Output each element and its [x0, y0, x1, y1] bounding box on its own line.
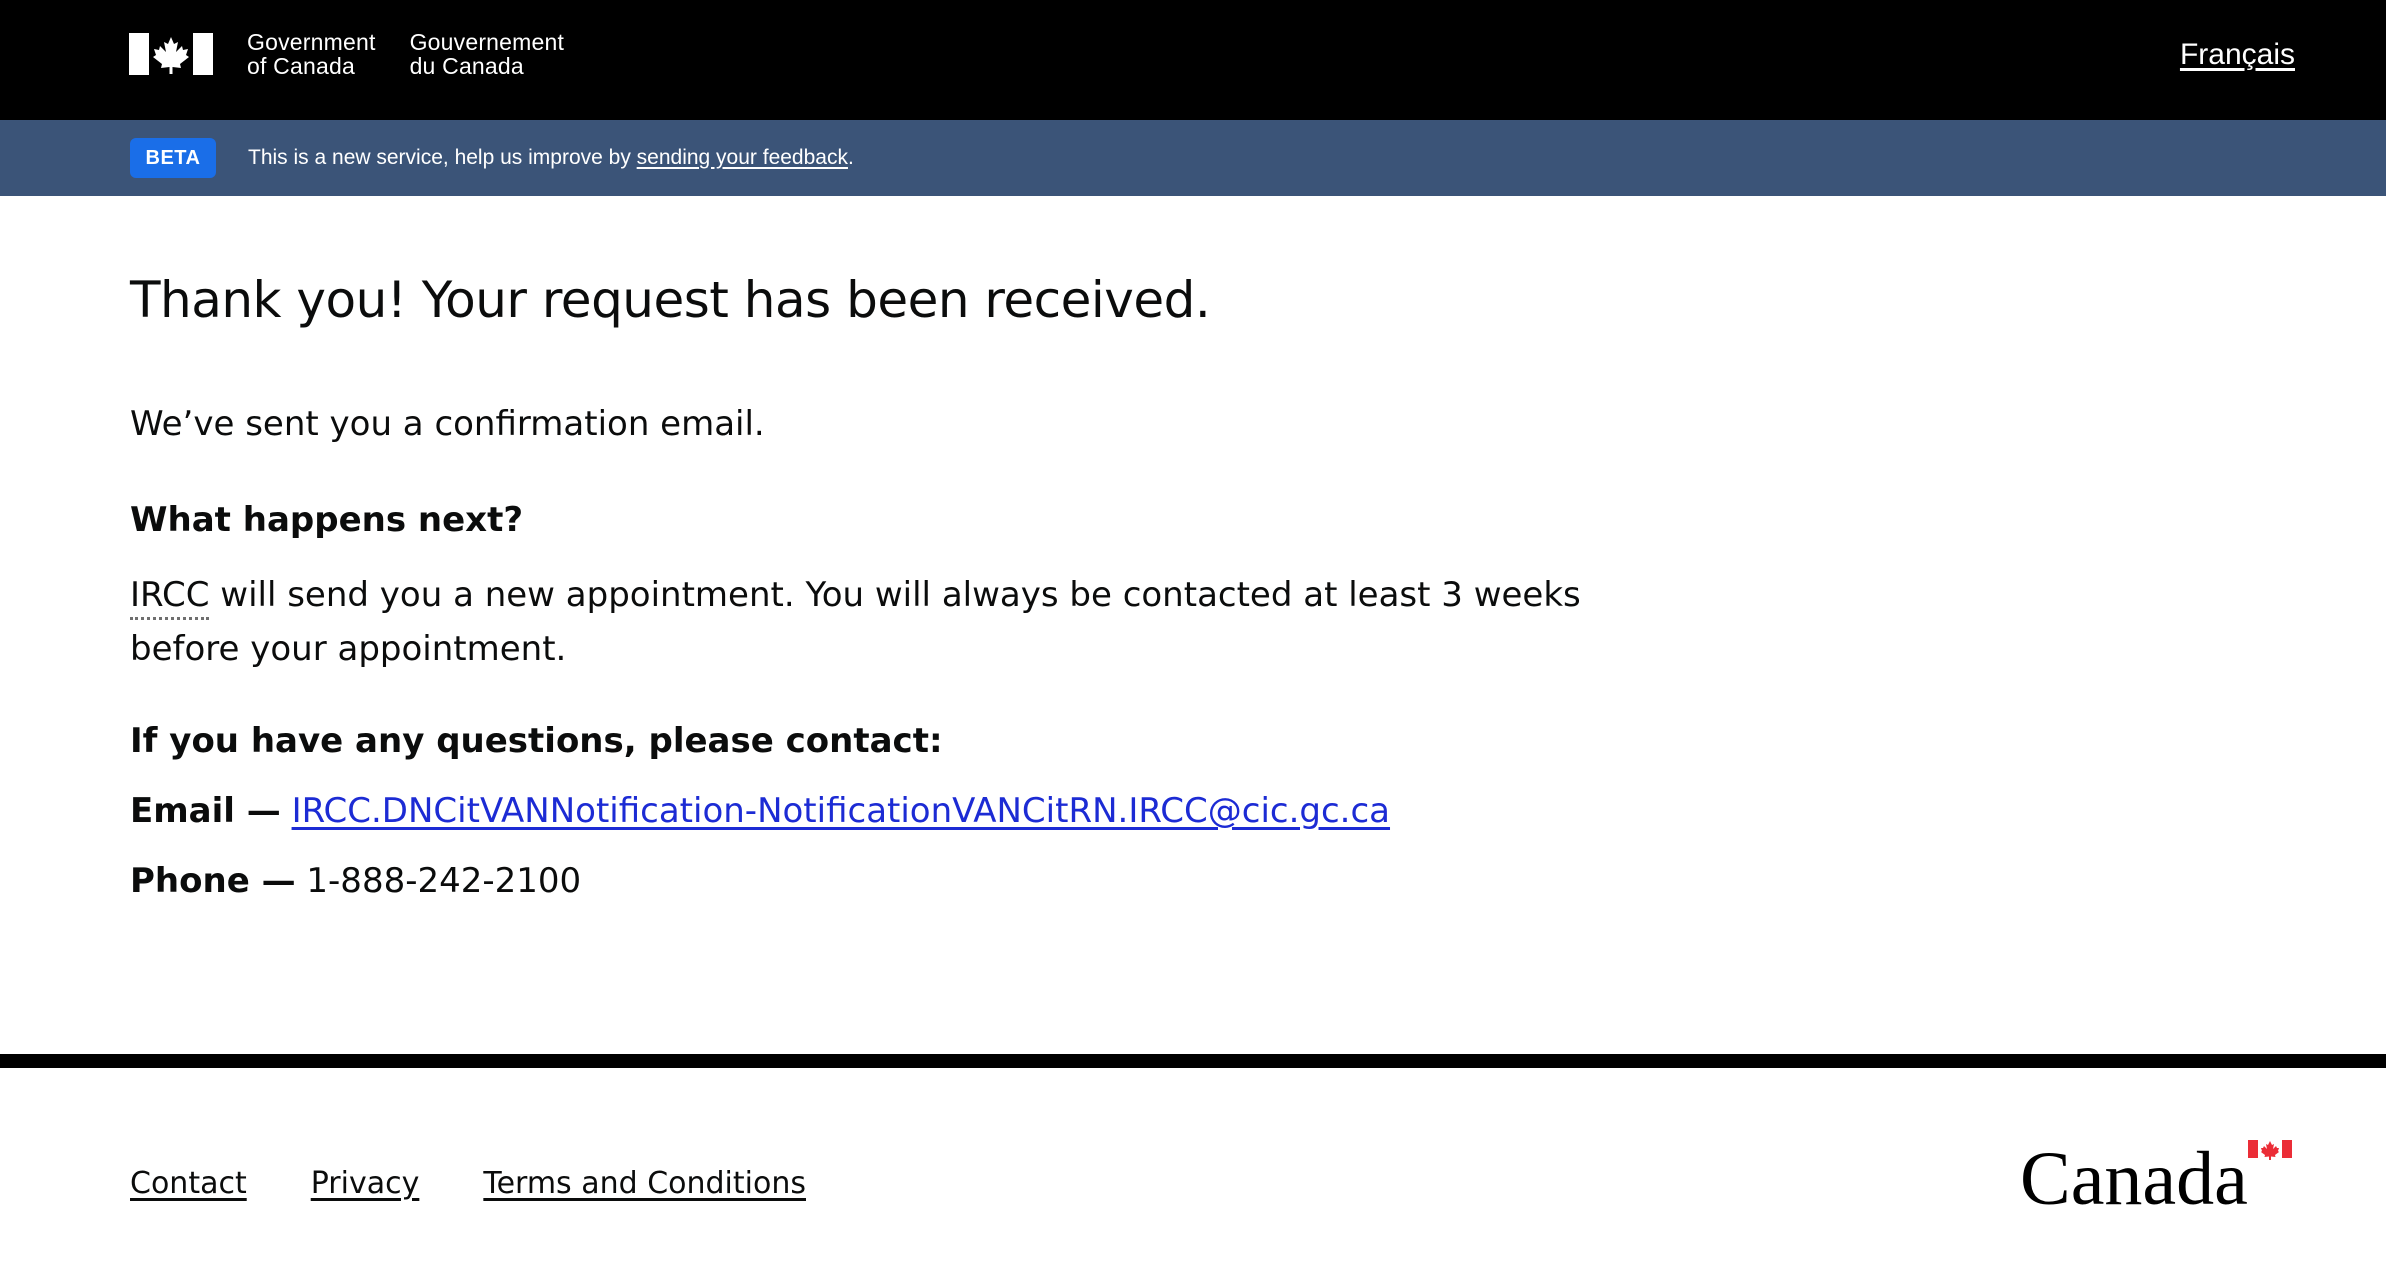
footer-nav: Contact Privacy Terms and Conditions [130, 1166, 806, 1201]
footer-divider [0, 1054, 2386, 1068]
beta-badge: BETA [130, 138, 216, 178]
wordmark-french: Gouvernement du Canada [410, 30, 565, 78]
canada-flag-icon [129, 33, 213, 75]
government-of-canada-logo-link[interactable]: Government of Canada Gouvernement du Can… [129, 30, 564, 78]
footer-link-privacy[interactable]: Privacy [311, 1166, 420, 1201]
phone-number: 1-888-242-2100 [306, 861, 582, 901]
next-steps-text: IRCC will send you a new appointment. Yo… [130, 568, 1690, 676]
beta-banner: BETA This is a new service, help us impr… [0, 120, 2386, 196]
contact-phone-line: Phone — 1-888-242-2100 [130, 859, 581, 903]
beta-message-end: . [847, 146, 854, 169]
canada-wordmark-text: Canada [2020, 1138, 2248, 1210]
wordmark-fr-line1: Gouvernement [409, 29, 565, 55]
beta-message-text: This is a new service, help us improve b… [248, 146, 637, 169]
footer-link-terms[interactable]: Terms and Conditions [483, 1166, 806, 1201]
email-label: Email — [130, 791, 281, 831]
confirmation-message: We’ve sent you a confirmation email. [130, 404, 765, 444]
email-link[interactable]: IRCC.DNCitVANNotification-NotificationVA… [292, 791, 1390, 831]
questions-heading: If you have any questions, please contac… [130, 721, 943, 761]
next-steps-body: will send you a new appointment. You wil… [130, 575, 1581, 669]
language-toggle-link[interactable]: Français [2180, 38, 2295, 72]
footer-link-contact[interactable]: Contact [130, 1166, 247, 1201]
phone-label: Phone — [130, 861, 296, 901]
canada-wordmark-logo: Canada [2020, 1138, 2292, 1210]
next-steps-heading: What happens next? [130, 500, 524, 540]
government-wordmark: Government of Canada Gouvernement du Can… [247, 30, 564, 78]
feedback-link[interactable]: sending your feedback [637, 146, 848, 169]
government-header: Government of Canada Gouvernement du Can… [0, 0, 2386, 120]
beta-message: This is a new service, help us improve b… [248, 144, 854, 172]
page-title: Thank you! Your request has been receive… [130, 271, 1211, 329]
wordmark-en-line1: Government [247, 29, 376, 55]
wordmark-fr-line2: du Canada [409, 53, 524, 79]
wordmark-en-line2: of Canada [247, 53, 355, 79]
ircc-abbreviation[interactable]: IRCC [130, 575, 210, 620]
contact-email-line: Email — IRCC.DNCitVANNotification-Notifi… [130, 789, 1390, 833]
wordmark-flag-icon [2248, 1140, 2292, 1160]
wordmark-english: Government of Canada [247, 30, 376, 78]
